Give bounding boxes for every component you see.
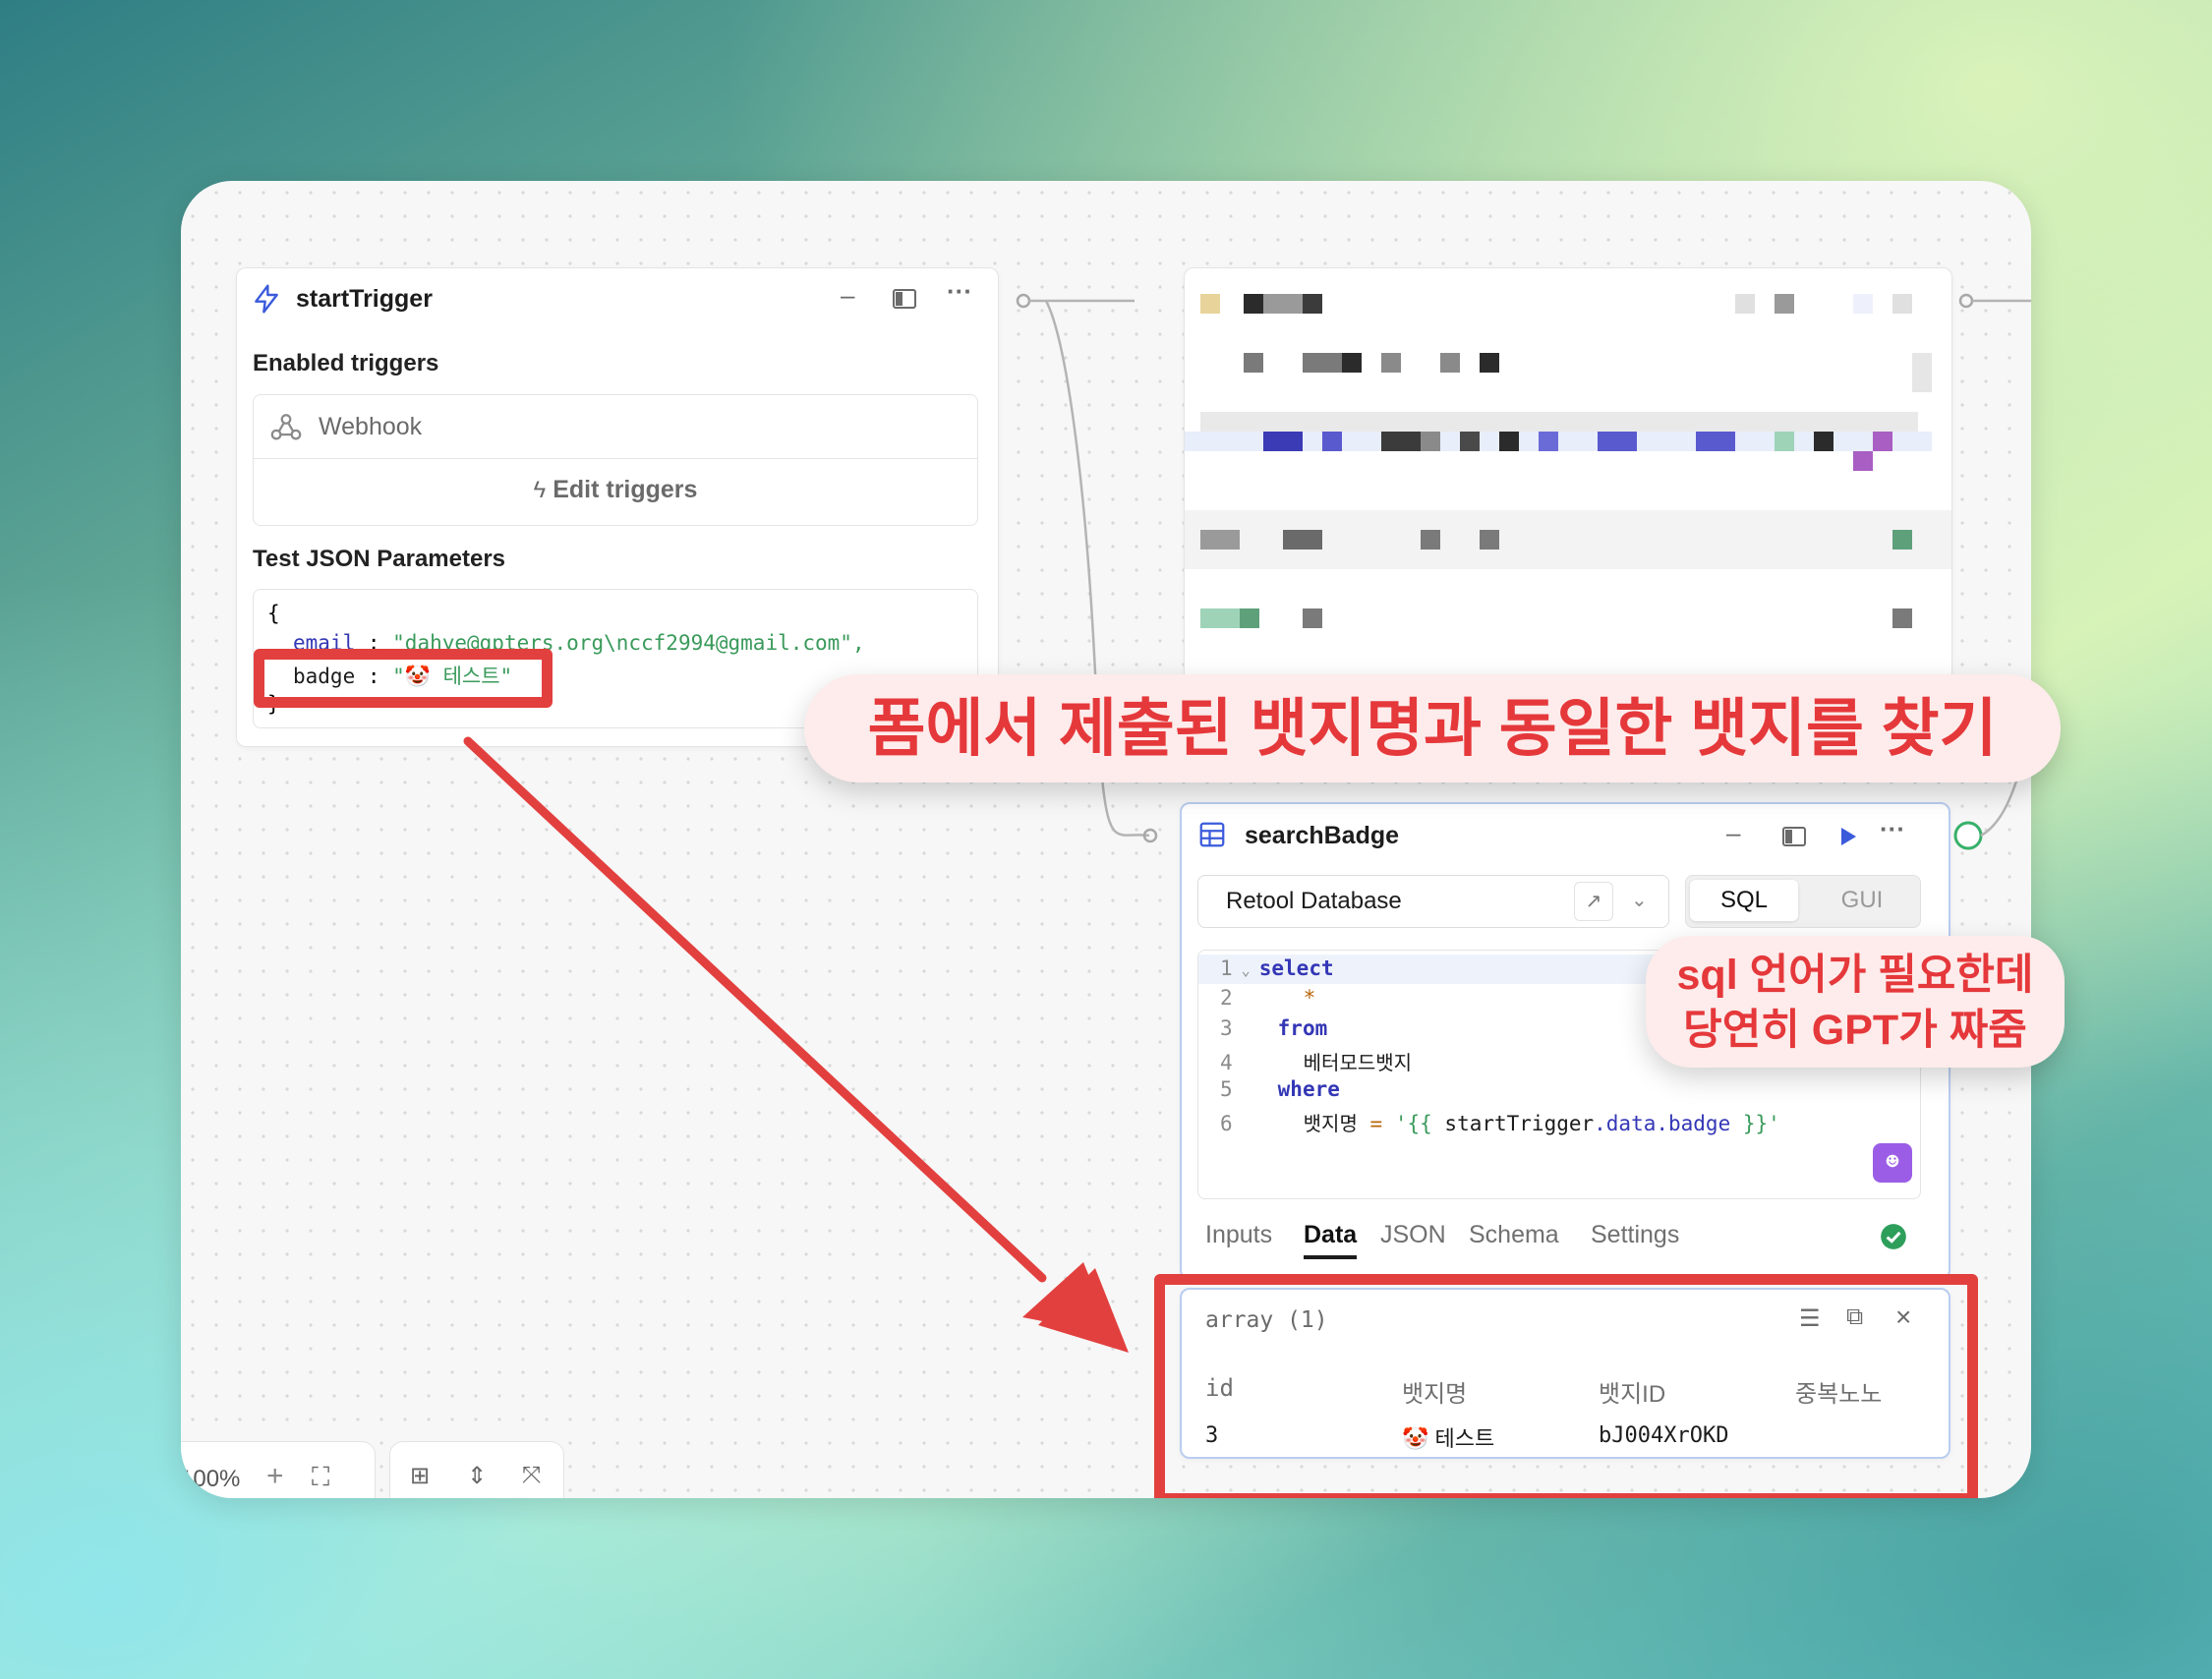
tab-json[interactable]: JSON	[1380, 1221, 1446, 1249]
enabled-triggers-label: Enabled triggers	[253, 350, 439, 376]
mode-toggle[interactable]: SQL GUI	[1685, 875, 1921, 928]
sql-mode-button[interactable]: SQL	[1690, 880, 1798, 921]
collapse-all-icon[interactable]: ⤧	[522, 1462, 541, 1489]
gui-mode-button[interactable]: GUI	[1808, 880, 1916, 921]
open-external-icon[interactable]: ↗	[1574, 882, 1613, 921]
result-highlight-box	[1154, 1274, 1978, 1498]
edit-triggers-button[interactable]: ϟ Edit triggers	[254, 476, 977, 504]
layout-controls: ⊞ ⇕ ⤧	[389, 1441, 564, 1498]
divider	[254, 458, 977, 459]
sidebar-toggle-icon[interactable]	[892, 288, 917, 310]
panel-title: startTrigger	[296, 285, 433, 313]
success-check-icon	[1881, 1224, 1906, 1249]
webhook-icon	[270, 414, 302, 440]
code-line: 5 where	[1220, 1077, 1340, 1101]
test-params-label: Test JSON Parameters	[253, 546, 506, 572]
sidebar-toggle-icon[interactable]	[1781, 826, 1807, 847]
code-line: 3 from	[1220, 1016, 1328, 1040]
chevron-down-icon[interactable]: ⌄	[1631, 888, 1648, 912]
sql-callout-line1: sql 언어가 필요한데	[1676, 952, 2034, 999]
more-options-icon[interactable]: ···	[1880, 816, 1905, 841]
main-callout: 폼에서 제출된 뱃지명과 동일한 뱃지를 찾기	[804, 674, 2061, 782]
edit-triggers-label: Edit triggers	[553, 476, 698, 503]
tab-data[interactable]: Data	[1304, 1221, 1358, 1259]
code-line: 2 *	[1220, 986, 1316, 1010]
redacted-panel	[1184, 267, 1952, 682]
code-line: 4 베터모드뱃지	[1220, 1051, 1413, 1074]
lightning-icon: ϟ	[533, 477, 547, 503]
workflow-canvas[interactable]: startTrigger – ··· Enabled triggers Webh…	[181, 181, 2031, 1498]
panel-title: searchBadge	[1245, 822, 1400, 849]
run-icon[interactable]	[1838, 826, 1858, 847]
code-line: 6 뱃지명 = '{{ startTrigger.data.badge }}'	[1220, 1112, 1780, 1135]
sql-callout: sql 언어가 필요한데 당연히 GPT가 짜줌	[1646, 936, 2065, 1068]
bottom-tabs: Inputs Data JSON Schema Settings	[1205, 1221, 1913, 1264]
code-line: 1 ⌄ select	[1220, 956, 1334, 980]
zoom-in-icon[interactable]: +	[266, 1460, 284, 1493]
more-options-icon[interactable]: ···	[947, 278, 972, 304]
triggers-box: Webhook ϟ Edit triggers	[253, 394, 978, 526]
auto-layout-icon[interactable]: ⊞	[410, 1462, 430, 1490]
tab-inputs[interactable]: Inputs	[1205, 1221, 1272, 1249]
badge-highlight-box	[254, 649, 553, 708]
zoom-level[interactable]: 100%	[181, 1466, 240, 1493]
ai-assist-icon[interactable]: ☻	[1873, 1143, 1912, 1183]
resource-label: Retool Database	[1226, 888, 1402, 914]
json-brace-open: {	[267, 602, 280, 625]
expand-icon[interactable]: ⇕	[467, 1462, 487, 1490]
table-icon	[1199, 822, 1225, 847]
minimize-icon[interactable]: –	[841, 282, 854, 308]
sql-callout-line2: 당연히 GPT가 짜줌	[1683, 1007, 2027, 1054]
webhook-label[interactable]: Webhook	[319, 413, 422, 441]
lightning-icon	[255, 284, 278, 314]
fit-view-icon[interactable]: ⛶	[312, 1462, 329, 1493]
fold-chevron-icon[interactable]: ⌄	[1233, 961, 1259, 979]
zoom-controls: 100% + ⛶	[181, 1441, 376, 1498]
tab-schema[interactable]: Schema	[1469, 1221, 1559, 1249]
tab-settings[interactable]: Settings	[1591, 1221, 1679, 1249]
minimize-icon[interactable]: –	[1726, 820, 1740, 845]
resource-select[interactable]: Retool Database ↗ ⌄	[1197, 875, 1669, 928]
